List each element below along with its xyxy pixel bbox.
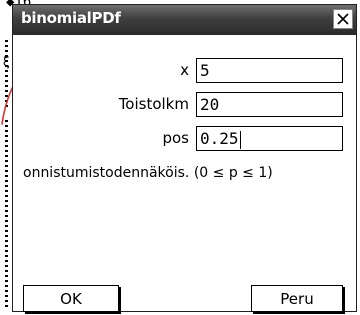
dialog-title: binomialPDf (21, 9, 121, 27)
background-axis-ticks-lower (5, 120, 8, 310)
close-icon (337, 13, 349, 25)
x-label: x (180, 61, 189, 79)
binomialpdf-dialog: binomialPDf x 5 Toistolkm 20 pos 0.25 on… (12, 4, 357, 312)
text-caret (239, 130, 241, 149)
trials-input[interactable]: 20 (196, 92, 343, 117)
probability-input[interactable]: 0.25 (196, 126, 343, 151)
calculator-screen: ◆16 ξ binomialPDf x 5 Toistolkm 20 pos 0… (0, 0, 360, 315)
ok-button[interactable]: OK (23, 285, 119, 312)
dialog-titlebar: binomialPDf (13, 5, 356, 35)
probability-hint: onnistumistodennäköis. (0 ≤ p ≤ 1) (23, 165, 273, 181)
cancel-button[interactable]: Peru (251, 285, 343, 312)
probability-value: 0.25 (200, 129, 239, 148)
close-button[interactable] (333, 9, 353, 29)
x-input[interactable]: 5 (196, 58, 343, 83)
trials-label: Toistolkm (118, 95, 189, 113)
probability-label: pos (162, 129, 189, 147)
